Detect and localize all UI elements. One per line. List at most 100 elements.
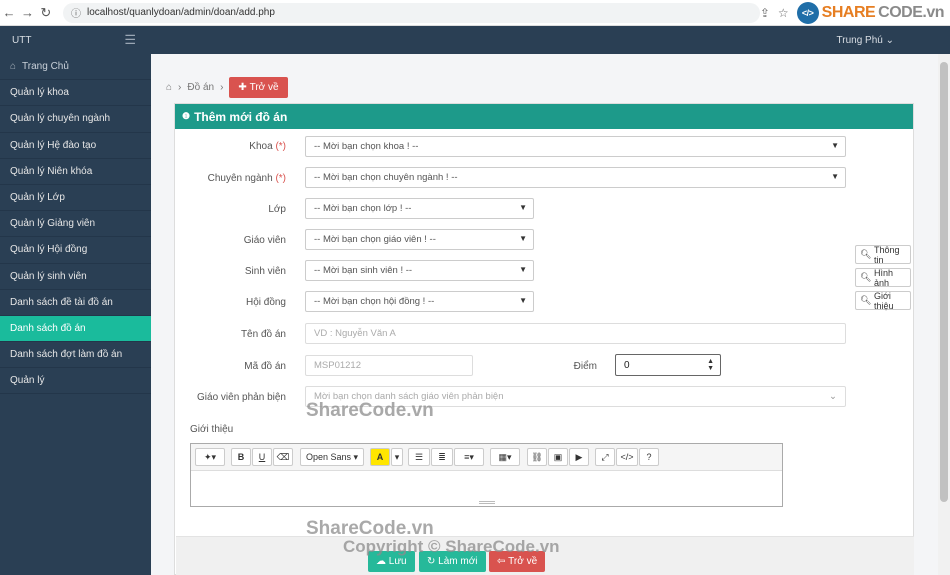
chevron-down-icon: ▼ [519, 203, 527, 212]
gioi-thieu-button[interactable]: 🔍︎ Giới thiệu [855, 291, 911, 311]
lop-label: Lớp [268, 204, 286, 215]
breadcrumb: ⌂ › Đồ án › ✚ Trở về [166, 76, 288, 98]
editor-toolbar: ✦▾ B U ⌫ Open Sans ▾ A ▾ ☰ ≣ ≡▾ ▦▾ ⛓ ▣ ▶… [191, 444, 782, 471]
sidebar-item-sinh-vien[interactable]: Quản lý sinh viên [0, 264, 151, 290]
ma-do-an-input[interactable]: MSP01212 [305, 355, 473, 376]
cloud-icon: ☁ [376, 556, 389, 567]
home-icon[interactable]: ⌂ [166, 82, 172, 93]
ordered-list-icon[interactable]: ≣ [431, 448, 453, 466]
menu-toggle-icon[interactable]: ☰ [124, 32, 136, 48]
hoi-dong-select[interactable]: -- Mời bạn chọn hội đồng ! -- ▼ [305, 291, 534, 312]
link-icon[interactable]: ⛓ [527, 448, 547, 466]
eraser-icon[interactable]: ⌫ [273, 448, 293, 466]
chevron-down-icon: ▼ [519, 265, 527, 274]
ma-do-an-label: Mã đồ án [244, 361, 286, 372]
sidebar-item-giang-vien[interactable]: Quản lý Giảng viên [0, 211, 151, 238]
reset-button[interactable]: ↻ Làm mới [419, 551, 486, 572]
color-dropdown-icon[interactable]: ▾ [391, 448, 403, 466]
sidebar-item-de-tai[interactable]: Danh sách đề tài đồ án [0, 290, 151, 316]
fullscreen-icon[interactable]: ⤢ [595, 448, 615, 466]
diem-label: Điểm [573, 361, 597, 372]
sidebar-item-do-an[interactable]: Danh sách đồ án [0, 315, 151, 343]
lop-select[interactable]: -- Mời bạn chọn lớp ! -- ▼ [305, 198, 534, 219]
plus-icon: ✚ [238, 81, 250, 93]
user-name: Trung Phú [836, 34, 883, 46]
page-scrollbar[interactable] [938, 54, 950, 575]
chevron-down-icon: ⌄ [885, 34, 894, 46]
share-icon[interactable]: ⇪ [760, 6, 770, 20]
back-button-footer[interactable]: ⇦ Trở về [489, 551, 546, 572]
refresh-icon: ↻ [427, 556, 439, 567]
sidebar-item-hoi-dong[interactable]: Quản lý Hội đồng [0, 237, 151, 264]
giao-vien-label: Giáo viên [243, 235, 286, 246]
back-arrow-icon[interactable]: ← [0, 5, 18, 20]
help-icon[interactable]: ? [639, 448, 659, 466]
sinh-vien-label: Sinh viên [244, 266, 286, 277]
gv-phan-bien-label: Giáo viên phản biện [197, 392, 286, 403]
search-icon: 🔍︎ [860, 249, 872, 259]
thong-tin-button[interactable]: 🔍︎ Thông tin [855, 245, 911, 265]
sidebar-item-quan-ly[interactable]: Quản lý [0, 368, 151, 395]
form-title: Thêm mới đồ án [194, 109, 288, 124]
sinh-vien-select[interactable]: -- Mời bạn sinh viên ! -- ▼ [305, 260, 534, 281]
ten-do-an-label: Tên đồ án [240, 329, 286, 340]
bold-icon[interactable]: B [231, 448, 251, 466]
app-header: UTT ☰ Trung Phú ⌄ [0, 26, 950, 54]
sidebar-item-home[interactable]: ⌂ Trang Chủ [0, 54, 151, 81]
chevron-down-icon: ⌄ [829, 391, 837, 402]
brand-name[interactable]: UTT [12, 35, 31, 46]
back-button[interactable]: ✚ Trở về [229, 76, 288, 98]
font-color-icon[interactable]: A [370, 448, 390, 466]
number-spinner-icon[interactable]: ▲ ▼ [707, 358, 714, 372]
url-text: localhost/quanlydoan/admin/doan/add.php [86, 7, 275, 18]
save-button[interactable]: ☁ Lưu [368, 551, 415, 572]
search-icon: 🔍︎ [860, 272, 872, 282]
bookmark-star-icon[interactable]: ☆ [778, 6, 789, 20]
sidebar-item-dot-lam-do-an[interactable]: Danh sách đợt làm đồ án [0, 342, 151, 369]
table-icon[interactable]: ▦▾ [490, 448, 520, 466]
search-icon: 🔍︎ [860, 295, 872, 305]
chuyen-nganh-select[interactable]: -- Mời bạn chọn chuyên ngành ! -- ▼ [305, 167, 846, 188]
sidebar-item-he-dao-tao[interactable]: Quản lý Hệ đào tạo [0, 133, 151, 159]
sharecode-logo: </> SHARE CODE.vn [796, 1, 945, 24]
user-menu[interactable]: Trung Phú ⌄ [837, 35, 895, 46]
logo-mark-icon: </> [796, 1, 819, 24]
chevron-down-icon: ▼ [831, 141, 839, 150]
chevron-down-icon: ▼ [831, 172, 839, 181]
form-header: ❶ Thêm mới đồ án [175, 104, 913, 129]
sidebar-item-khoa[interactable]: Quản lý khoa [0, 80, 151, 107]
font-family-select[interactable]: Open Sans ▾ [300, 448, 364, 466]
forward-arrow-icon[interactable]: → [18, 5, 36, 20]
info-icon: ⓘ [70, 9, 81, 20]
address-bar[interactable]: ⓘ localhost/quanlydoan/admin/doan/add.ph… [62, 2, 760, 23]
browser-toolbar: ← → ↻ ⓘ localhost/quanlydoan/admin/doan/… [0, 0, 950, 26]
hinh-anh-button[interactable]: 🔍︎ Hình ảnh [855, 268, 911, 288]
sidebar: ⌂ Trang Chủ Quản lý khoa Quản lý chuyên … [0, 54, 151, 575]
ten-do-an-input[interactable]: VD : Nguyễn Văn A [305, 323, 846, 344]
rich-text-editor: ✦▾ B U ⌫ Open Sans ▾ A ▾ ☰ ≣ ≡▾ ▦▾ ⛓ ▣ ▶… [190, 443, 783, 507]
khoa-select[interactable]: -- Mời bạn chọn khoa ! -- ▼ [305, 136, 846, 157]
sidebar-item-chuyen-nganh[interactable]: Quản lý chuyên ngành [0, 106, 151, 133]
breadcrumb-separator-icon: › [178, 81, 182, 93]
unordered-list-icon[interactable]: ☰ [408, 448, 430, 466]
giao-vien-select[interactable]: -- Mời bạn chọn giáo viên ! -- ▼ [305, 229, 534, 250]
chuyen-nganh-label: Chuyên ngành (*) [207, 173, 286, 184]
diem-input[interactable]: 0 ▲ ▼ [615, 354, 721, 376]
gv-phan-bien-select[interactable]: Mời bạn chọn danh sách giáo viên phản bi… [305, 386, 846, 407]
image-icon[interactable]: ▣ [548, 448, 568, 466]
underline-icon[interactable]: U [252, 448, 272, 466]
chevron-down-icon: ▼ [519, 296, 527, 305]
info-icon: ❶ [182, 111, 191, 121]
editor-resize-handle[interactable] [479, 501, 495, 504]
scrollbar-thumb[interactable] [940, 62, 948, 502]
code-view-icon[interactable]: </> [616, 448, 638, 466]
magic-wand-icon[interactable]: ✦▾ [195, 448, 225, 466]
video-icon[interactable]: ▶ [569, 448, 589, 466]
align-icon[interactable]: ≡▾ [454, 448, 484, 466]
breadcrumb-current: Đồ án [187, 81, 215, 93]
gioi-thieu-label: Giới thiệu [190, 424, 234, 435]
breadcrumb-separator-icon: › [220, 81, 224, 93]
reload-icon[interactable]: ↻ [37, 5, 55, 21]
sidebar-item-nien-khoa[interactable]: Quản lý Niên khóa [0, 159, 151, 185]
sidebar-item-lop[interactable]: Quản lý Lớp [0, 185, 151, 212]
